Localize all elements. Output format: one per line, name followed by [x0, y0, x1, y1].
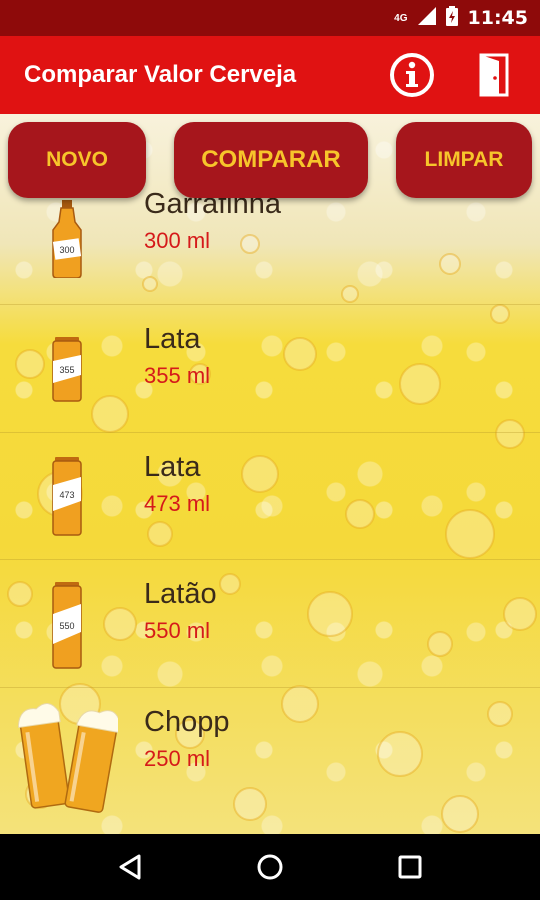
item-title: Chopp: [144, 705, 230, 738]
app-actions: [386, 49, 520, 101]
item-title: Lata: [144, 323, 201, 355]
beer-size-list: 300 Garrafinha 300 ml 355 Lata 355 ml 47…: [0, 188, 540, 816]
limpar-button[interactable]: LIMPAR: [396, 122, 532, 198]
can-label: 355: [59, 365, 74, 375]
item-volume: 473 ml: [144, 490, 211, 516]
comparar-button[interactable]: COMPARAR: [174, 122, 368, 198]
can-label: 550: [59, 621, 74, 631]
status-time: 11:45: [467, 7, 528, 29]
item-volume: 550 ml: [144, 618, 211, 644]
item-volume: 250 ml: [144, 745, 211, 771]
action-buttons-row: NOVO COMPARAR LIMPAR: [0, 122, 540, 198]
item-title: Lata: [144, 450, 201, 483]
back-icon[interactable]: [110, 847, 150, 887]
item-title: Latão: [144, 578, 217, 611]
system-nav-bar: [0, 834, 540, 900]
list-item-lata-473[interactable]: 473 Lata 473 ml: [0, 433, 540, 561]
item-volume: 355 ml: [144, 363, 211, 388]
bottle-label: 300: [59, 245, 74, 255]
info-icon[interactable]: [386, 49, 438, 101]
bottle-icon: 300: [44, 198, 90, 279]
signal-icon: [417, 6, 436, 30]
status-bar: 4G 11:45: [0, 0, 540, 36]
can-icon: 473: [44, 453, 90, 536]
exit-door-icon[interactable]: [468, 49, 520, 101]
novo-button[interactable]: NOVO: [8, 122, 146, 198]
can-icon: 355: [44, 325, 90, 405]
list-item-chopp[interactable]: Chopp 250 ml: [0, 688, 540, 816]
can-label: 473: [59, 490, 74, 500]
home-icon[interactable]: [250, 847, 290, 887]
battery-charging-icon: [445, 5, 458, 31]
app-bar: Comparar Valor Cerveja: [0, 36, 540, 114]
recents-icon[interactable]: [390, 847, 430, 887]
beer-glasses-icon: [17, 694, 121, 814]
list-item-latao[interactable]: 550 Latão 550 ml: [0, 560, 540, 688]
list-item-garrafinha[interactable]: 300 Garrafinha 300 ml: [0, 188, 540, 305]
content-area: NOVO COMPARAR LIMPAR 300 Garrafinha 300 …: [0, 114, 540, 834]
app-title: Comparar Valor Cerveja: [24, 61, 297, 88]
can-icon: 550: [44, 580, 90, 669]
network-type: 4G: [394, 12, 408, 24]
item-volume: 300 ml: [144, 228, 211, 253]
list-item-lata-355[interactable]: 355 Lata 355 ml: [0, 305, 540, 433]
